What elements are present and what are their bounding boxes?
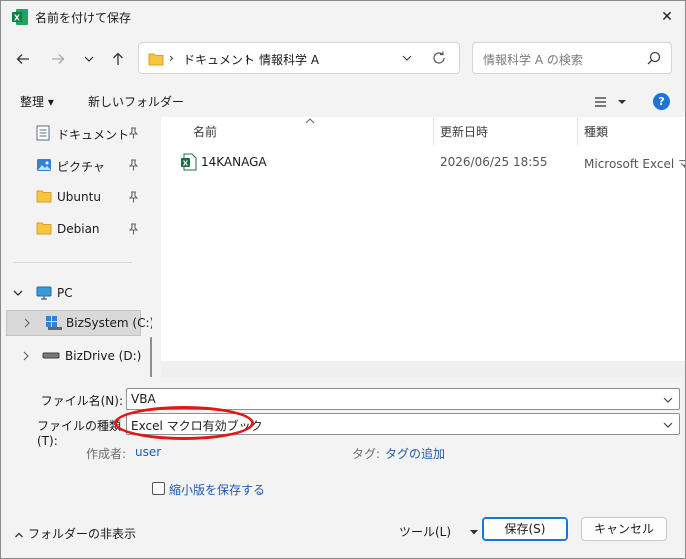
svg-text:X: X	[183, 160, 189, 168]
pin-icon[interactable]	[128, 159, 139, 171]
tools-label: ツール(L)	[399, 525, 452, 539]
refresh-icon[interactable]	[431, 49, 447, 67]
nav-item-label: Ubuntu	[57, 190, 101, 204]
folder-icon	[36, 222, 52, 235]
close-icon: ✕	[661, 9, 673, 25]
pin-icon[interactable]	[128, 223, 139, 235]
tools-menu[interactable]: ツール(L)	[399, 523, 479, 540]
system-drive-icon	[46, 316, 62, 330]
nav-scrollbar[interactable]	[150, 337, 152, 377]
caret-down-icon	[469, 530, 478, 535]
back-button[interactable]	[9, 45, 37, 73]
folder-icon	[148, 53, 164, 66]
breadcrumb-current[interactable]: 情報科学 A	[259, 51, 319, 68]
drive-icon	[42, 352, 60, 359]
help-button[interactable]: ?	[653, 93, 670, 110]
search-placeholder: 情報科学 A の検索	[483, 53, 583, 67]
column-header-date[interactable]: 更新日時	[440, 123, 488, 140]
navigation-pane: ドキュメント ピクチャ Ubuntu Debian PC BizSystem (…	[2, 117, 152, 377]
chevron-right-icon[interactable]	[20, 350, 32, 362]
save-thumbnail-checkbox[interactable]	[152, 482, 165, 495]
command-bar: 整理 ▾ 新しいフォルダー ?	[1, 87, 685, 117]
window-title: 名前を付けて保存	[35, 11, 132, 25]
forward-button[interactable]	[44, 45, 72, 73]
tags-input[interactable]: タグの追加	[385, 445, 445, 462]
nav-item-bizdrive[interactable]: BizDrive (D:)	[2, 344, 150, 370]
chevron-down-icon[interactable]	[662, 419, 674, 431]
documents-icon	[36, 125, 50, 141]
hide-folders-label: フォルダーの非表示	[28, 527, 137, 541]
author-value[interactable]: user	[135, 445, 161, 459]
file-row[interactable]: X 14KANAGA 2026/06/25 18:55 Microsoft Ex…	[161, 151, 685, 173]
arrow-right-icon	[52, 54, 65, 64]
column-divider[interactable]	[577, 117, 578, 145]
nav-item-pictures[interactable]: ピクチャ	[2, 153, 150, 179]
file-list-pane: 名前 更新日時 種類 X 14KANAGA 2026/06/25 18:55 M…	[161, 117, 685, 377]
view-options-icon[interactable]	[591, 91, 631, 113]
title-bar: X 名前を付けて保存 ✕	[1, 1, 685, 33]
breadcrumb-separator[interactable]: ›	[169, 51, 174, 65]
recent-locations-button[interactable]	[75, 45, 103, 73]
dialog-footer: フォルダーの非表示 ツール(L) 保存(S) キャンセル	[1, 509, 685, 559]
nav-item-debian[interactable]: Debian	[2, 217, 150, 243]
search-input[interactable]: 情報科学 A の検索	[472, 42, 672, 74]
chevron-down-icon[interactable]	[662, 394, 674, 406]
pictures-icon	[37, 159, 51, 171]
chevron-down-icon	[84, 56, 94, 62]
chevron-up-icon	[15, 532, 23, 537]
horizontal-scrollbar[interactable]	[161, 361, 685, 377]
nav-item-pc[interactable]: PC	[2, 281, 150, 307]
pin-icon[interactable]	[128, 191, 139, 203]
arrow-up-icon	[113, 52, 123, 65]
address-history-icon[interactable]	[401, 50, 413, 66]
author-label: 作成者:	[86, 447, 127, 461]
chevron-down-icon[interactable]	[12, 287, 24, 299]
up-button[interactable]	[104, 45, 132, 73]
organize-menu[interactable]: 整理 ▾	[20, 93, 54, 110]
nav-item-label: Debian	[57, 222, 100, 236]
hide-folders-button[interactable]: フォルダーの非表示	[14, 525, 136, 542]
nav-divider	[14, 262, 132, 263]
pin-icon[interactable]	[128, 127, 139, 139]
save-button[interactable]: 保存(S)	[482, 517, 568, 541]
column-header-type[interactable]: 種類	[584, 123, 608, 140]
close-button[interactable]: ✕	[653, 3, 681, 31]
excel-file-icon: X	[181, 153, 197, 171]
svg-text:X: X	[14, 14, 21, 23]
file-name: 14KANAGA	[201, 155, 267, 169]
column-divider[interactable]	[433, 117, 434, 145]
search-icon	[647, 51, 661, 65]
filename-value: VBA	[131, 392, 156, 406]
save-as-dialog: X 名前を付けて保存 ✕ › ドキュメント › 情報科学 A 情報科学 A の検…	[0, 0, 686, 559]
nav-item-documents[interactable]: ドキュメント	[2, 121, 150, 147]
nav-item-label: ピクチャ	[57, 160, 105, 174]
save-thumbnail-label[interactable]: 縮小版を保存する	[169, 481, 265, 498]
new-folder-button[interactable]: 新しいフォルダー	[88, 93, 184, 110]
nav-item-ubuntu[interactable]: Ubuntu	[2, 185, 150, 211]
sort-ascending-icon	[305, 118, 315, 124]
nav-item-label: PC	[57, 286, 73, 300]
nav-item-label: ドキュメント	[57, 128, 130, 142]
file-type: Microsoft Excel マ	[584, 157, 685, 171]
filetype-label: ファイルの種類(T):	[37, 419, 122, 448]
file-date: 2026/06/25 18:55	[440, 155, 548, 169]
excel-app-icon: X	[12, 9, 28, 25]
nav-item-label: BizDrive (D:)	[65, 349, 142, 363]
column-header-name[interactable]: 名前	[193, 123, 217, 140]
pc-icon	[36, 286, 52, 300]
chevron-right-icon[interactable]	[21, 317, 33, 329]
folder-icon	[36, 190, 52, 203]
breadcrumb-separator[interactable]: ›	[245, 51, 250, 65]
address-bar[interactable]: › ドキュメント › 情報科学 A	[138, 42, 460, 74]
highlight-annotation	[114, 406, 254, 440]
tags-label: タグ:	[352, 447, 381, 461]
nav-item-bizsystem[interactable]: BizSystem (C:)	[6, 310, 152, 336]
arrow-left-icon	[16, 54, 29, 64]
cancel-button[interactable]: キャンセル	[581, 517, 667, 541]
filename-label: ファイル名(N):	[40, 394, 123, 408]
nav-item-label: BizSystem (C:)	[66, 316, 152, 330]
